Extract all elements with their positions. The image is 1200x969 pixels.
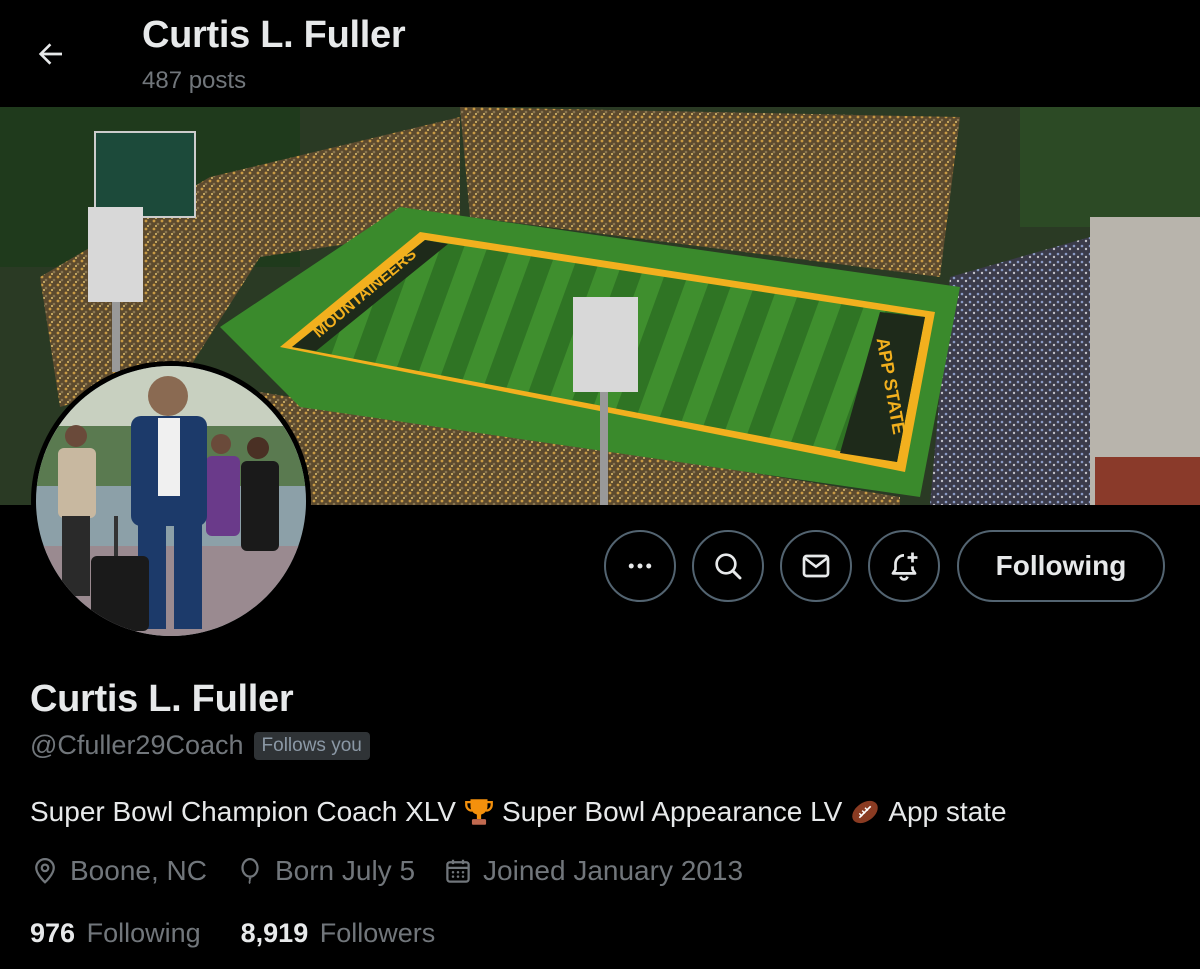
handle-row: @Cfuller29Coach Follows you [30,730,370,761]
post-count: 487 posts [142,67,247,94]
search-profile-button[interactable] [692,530,764,602]
message-button[interactable] [780,530,852,602]
display-name: Curtis L. Fuller [30,678,294,720]
profile-page: Curtis L. Fuller 487 posts MOUNTAINEERS … [0,0,1200,969]
trophy-icon [460,793,498,831]
search-icon [715,553,742,580]
calendar-icon [446,859,470,883]
followers-label: Followers [319,918,436,948]
birthday-item: Born July 5 [235,855,415,887]
followers-count-link[interactable]: 8,919 Followers [241,918,436,949]
birthday-text: Born July 5 [274,855,416,886]
location-pin-icon [35,858,55,884]
username-handle: @Cfuller29Coach [30,730,244,760]
top-header: Curtis L. Fuller 487 posts [0,0,1200,107]
joined-item: Joined January 2013 [443,855,743,887]
bio-text-2: Super Bowl Appearance LV [501,796,843,827]
notification-bell-icon [891,552,918,581]
follows-you-badge: Follows you [253,731,370,760]
avatar-photo [36,366,306,636]
following-label: Following [86,918,201,948]
follow-stats: 976 Following 8,919 Followers [30,918,475,949]
more-icon [628,563,652,569]
following-count: 976 [30,918,76,948]
joined-text: Joined January 2013 [483,855,744,886]
location-item: Boone, NC [30,855,207,887]
following-count-link[interactable]: 976 Following [30,918,201,949]
followers-count: 8,919 [240,918,309,948]
notifications-button[interactable] [868,530,940,602]
following-button[interactable]: Following [957,530,1165,602]
profile-meta: Boone, NC Born July 5 Joined January 201… [30,855,771,887]
location-text: Boone, NC [70,855,207,886]
more-options-button[interactable] [604,530,676,602]
balloon-icon [241,858,259,885]
back-arrow-icon [38,43,62,65]
football-icon [846,793,884,831]
back-button[interactable] [26,30,74,78]
message-icon [802,554,830,578]
profile-bio: Super Bowl Champion Coach XLV Super Bowl… [30,793,1007,831]
bio-text-3: App state [888,796,1007,827]
header-title: Curtis L. Fuller [142,14,406,56]
bio-text-1: Super Bowl Champion Coach XLV [30,796,456,827]
profile-avatar[interactable] [31,361,311,641]
